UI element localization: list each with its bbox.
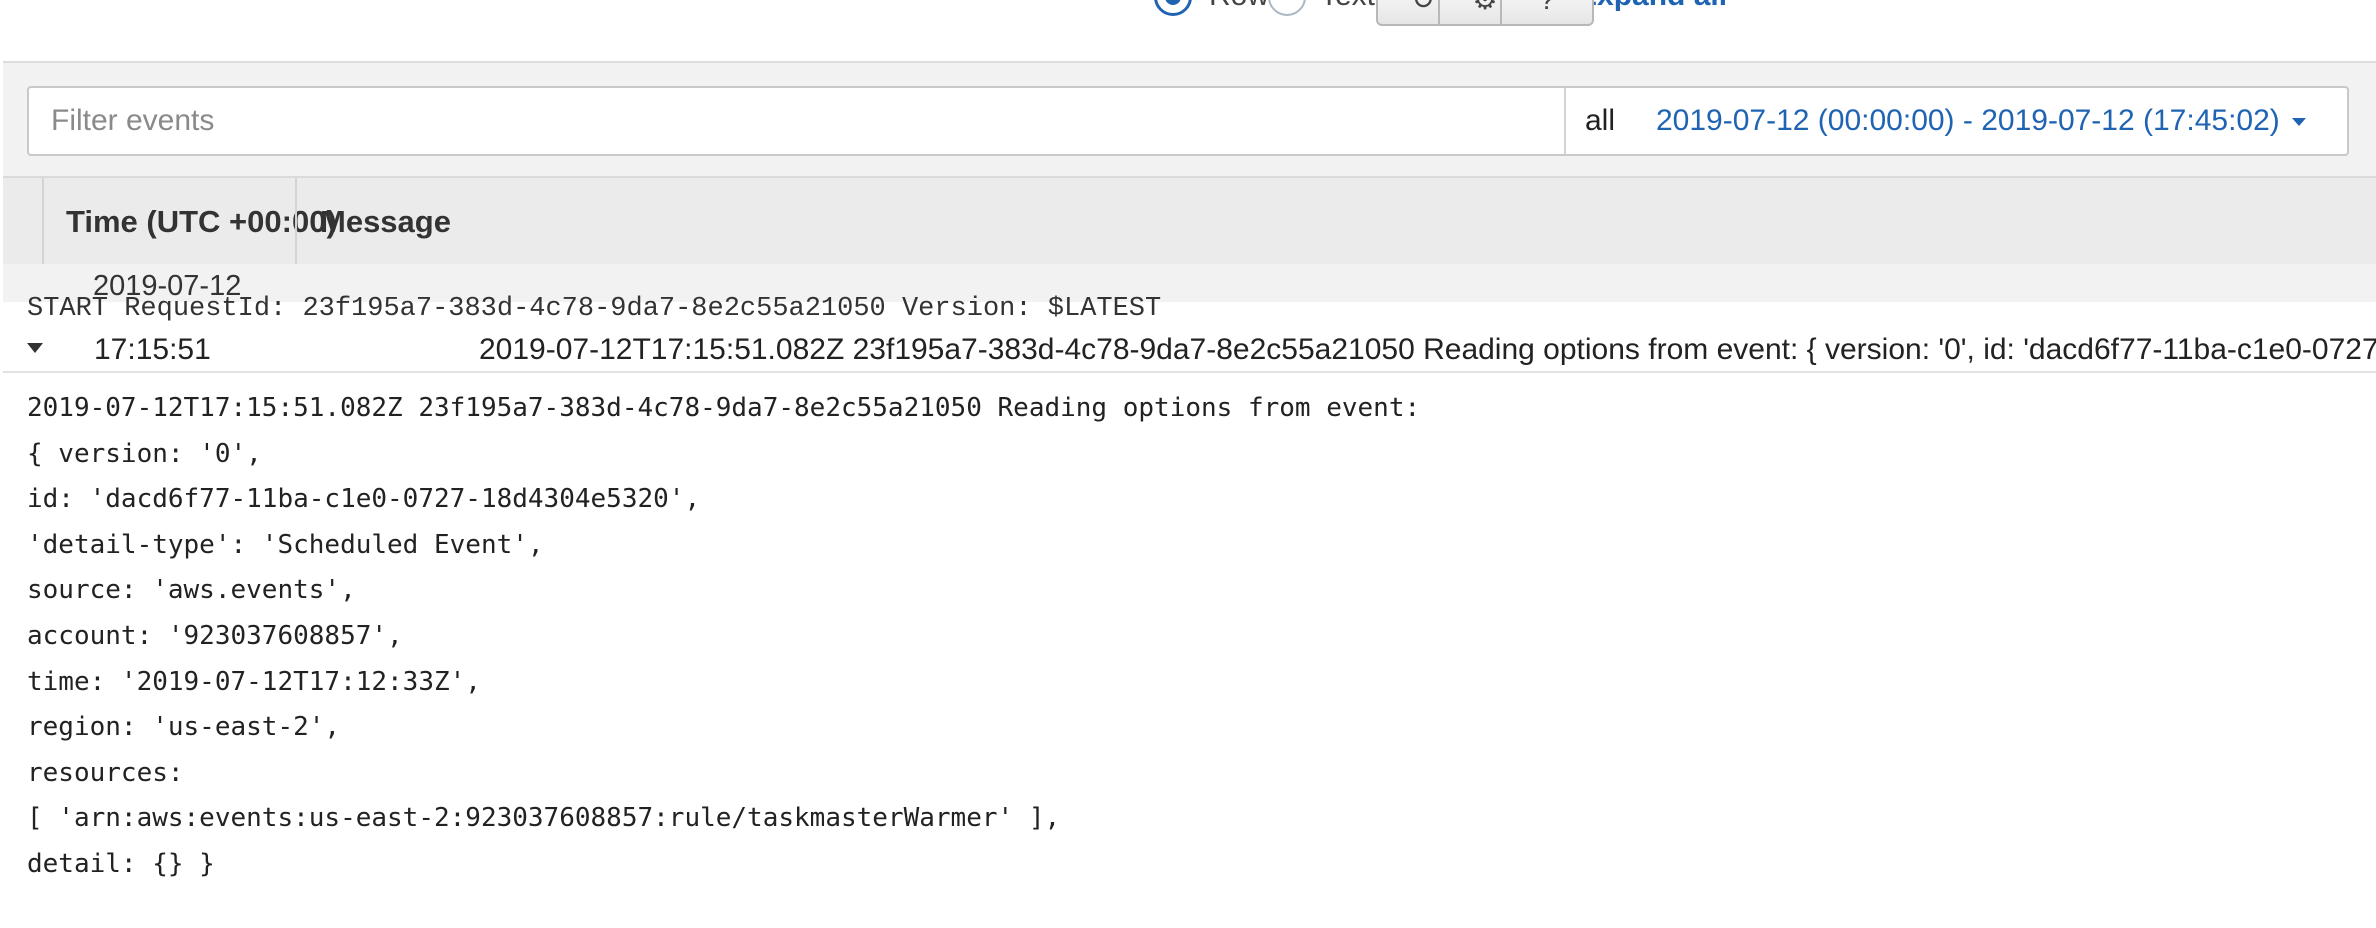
help-icon: ?	[1539, 0, 1555, 16]
table-header: Time (UTC +00:00) Message	[3, 176, 2376, 266]
detail-line: account: '923037608857',	[27, 620, 403, 651]
detail-line: region: 'us-east-2',	[27, 712, 341, 743]
row-view-label: Row	[1209, 0, 1269, 13]
log-row-partial: START RequestId: 23f195a7-383d-4c78-9da7…	[27, 294, 1162, 324]
refresh-icon: ↻	[1411, 0, 1434, 16]
text-view-label: Text	[1320, 0, 1375, 13]
toolbar: Expand all Row Text ↻ ⚙ ?	[0, 0, 2376, 60]
filter-divider	[1564, 88, 1566, 154]
detail-line: { version: '0',	[27, 438, 262, 469]
column-divider	[295, 178, 297, 264]
event-time: 17:15:51	[94, 333, 211, 366]
filter-scope-label[interactable]: all	[1585, 104, 1615, 138]
row-view-radio[interactable]	[1154, 0, 1192, 16]
log-events-panel: all 2019-07-12 (00:00:00) - 2019-07-12 (…	[3, 61, 2376, 928]
detail-line: id: 'dacd6f77-11ba-c1e0-0727-18d4304e532…	[27, 484, 701, 515]
detail-line: [ 'arn:aws:events:us-east-2:923037608857…	[27, 803, 1061, 834]
detail-line: resources:	[27, 757, 184, 788]
date-range-text: 2019-07-12 (00:00:00) - 2019-07-12 (17:4…	[1656, 104, 2280, 137]
detail-line: 2019-07-12T17:15:51.082Z 23f195a7-383d-4…	[27, 393, 1421, 423]
event-detail: 2019-07-12T17:15:51.082Z 23f195a7-383d-4…	[27, 386, 1420, 888]
column-divider	[42, 178, 44, 264]
detail-line: source: 'aws.events',	[27, 575, 356, 606]
expand-all-link[interactable]: Expand all	[1577, 0, 1727, 13]
log-event-row[interactable]: 17:15:51 2019-07-12T17:15:51.082Z 23f195…	[3, 329, 2376, 373]
detail-line: detail: {} }	[27, 848, 215, 879]
collapse-caret-icon[interactable]	[27, 343, 43, 353]
chevron-down-icon	[2291, 118, 2306, 127]
detail-line: time: '2019-07-12T17:12:33Z',	[27, 666, 481, 697]
text-view-radio[interactable]	[1268, 0, 1306, 16]
filter-events-input[interactable]	[29, 88, 1564, 154]
detail-line: 'detail-type': 'Scheduled Event',	[27, 529, 544, 560]
filter-bar: all 2019-07-12 (00:00:00) - 2019-07-12 (…	[27, 86, 2349, 156]
date-range-dropdown[interactable]: 2019-07-12 (00:00:00) - 2019-07-12 (17:4…	[1656, 104, 2306, 138]
gear-icon: ⚙	[1472, 0, 1497, 16]
message-column-header[interactable]: Message	[320, 204, 451, 240]
log-rows: START RequestId: 23f195a7-383d-4c78-9da7…	[3, 294, 2376, 928]
help-button[interactable]: ?	[1500, 0, 1594, 26]
event-message: 2019-07-12T17:15:51.082Z 23f195a7-383d-4…	[479, 333, 2376, 366]
